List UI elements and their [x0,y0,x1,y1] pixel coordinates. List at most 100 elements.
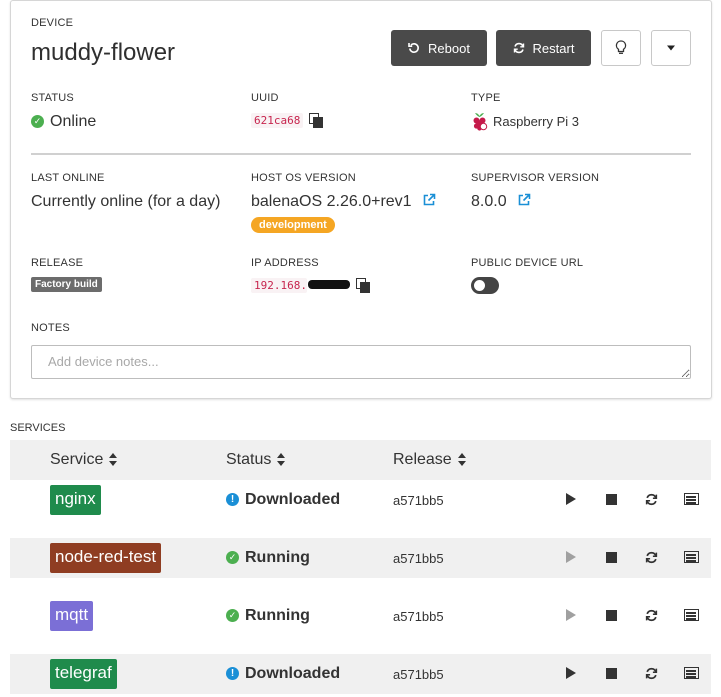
play-icon [566,667,576,679]
check-circle-icon: ✓ [31,115,44,129]
service-status: ! Downloaded [226,665,340,683]
restart-service-button[interactable] [643,549,659,565]
restart-button[interactable]: Restart [496,30,591,66]
restart-icon [513,42,524,54]
service-release: a571bb5 [393,551,444,566]
supervisor-text: 8.0.0 [471,193,507,210]
terminal-logs-icon [683,667,699,679]
stop-button[interactable] [603,491,619,507]
device-name: muddy-flower [31,39,176,66]
supervisor-value: 8.0.0 [471,193,531,211]
play-icon [566,551,576,563]
uuid-label: UUID [251,92,279,104]
last-online-value: Currently online (for a day) [31,193,221,210]
info-circle-icon: ! [226,667,239,681]
external-link-icon[interactable] [517,193,531,207]
table-row: mqtt ✓ Running a571bb5 [10,596,711,636]
table-row: nginx! Downloaded a571bb5 [10,480,711,520]
host-os-value: balenaOS 2.26.0+rev1 [251,193,436,211]
refresh-icon [645,551,657,563]
supervisor-label: SUPERVISOR VERSION [471,172,600,184]
service-status-text: Downloaded [245,491,341,508]
service-release: a571bb5 [393,667,444,682]
refresh-icon [645,667,657,679]
ip-code: 192.168. [251,278,307,293]
start-button[interactable] [563,549,579,565]
service-status: ✓ Running [226,549,310,567]
notes-label: NOTES [31,322,70,334]
reboot-label: Reboot [428,40,470,56]
ip-value: 192.168. [251,276,370,294]
sort-icon [109,452,118,467]
status-label: STATUS [31,92,74,104]
stop-button[interactable] [603,607,619,623]
logs-button[interactable] [683,607,699,623]
refresh-icon [645,493,657,505]
release-column-header[interactable]: Release [393,451,467,469]
stop-icon [605,667,617,679]
sort-icon [457,452,467,467]
restart-service-button[interactable] [643,665,659,681]
play-icon [566,609,576,621]
device-card: DEVICE muddy-flower Reboot Restart STATU… [10,0,712,399]
start-button[interactable] [563,607,579,623]
host-os-text: balenaOS 2.26.0+rev1 [251,193,412,210]
stop-icon [605,493,617,505]
logs-button[interactable] [683,549,699,565]
service-status-text: Running [245,607,310,624]
restart-service-button[interactable] [643,607,659,623]
check-circle-icon: ✓ [226,609,239,623]
terminal-logs-icon [683,609,699,621]
terminal-logs-icon [683,493,699,505]
release-label: RELEASE [31,257,84,269]
service-name-tag[interactable]: nginx [50,485,101,515]
external-link-icon[interactable] [422,193,436,207]
more-actions-dropdown[interactable] [651,30,691,66]
service-name-tag[interactable]: telegraf [50,659,117,689]
service-release: a571bb5 [393,493,444,508]
stop-button[interactable] [603,665,619,681]
refresh-icon [645,609,657,621]
check-circle-icon: ✓ [226,551,239,565]
uuid-code: 621ca68 [251,113,304,128]
service-name-tag[interactable]: node-red-test [50,543,162,573]
type-label: TYPE [471,92,501,104]
copy-icon[interactable] [355,278,370,294]
stop-icon [605,609,617,621]
stop-icon [605,551,617,563]
service-status-text: Running [245,549,310,566]
release-header-label: Release [393,451,452,468]
stop-button[interactable] [603,549,619,565]
status-text: Online [50,113,97,130]
start-button[interactable] [563,665,579,681]
development-badge: development [251,217,335,233]
logs-button[interactable] [683,491,699,507]
type-text: Raspberry Pi 3 [493,114,579,129]
public-url-toggle[interactable] [471,277,499,294]
last-online-label: LAST ONLINE [31,172,105,184]
identify-button[interactable] [601,30,641,66]
service-release: a571bb5 [393,609,444,624]
restart-service-button[interactable] [643,491,659,507]
caret-down-icon [667,45,675,51]
start-button[interactable] [563,491,579,507]
divider [31,153,691,155]
service-status-text: Downloaded [245,665,341,682]
play-icon [566,493,576,505]
services-table-header: Service Status Release [10,440,711,480]
logs-button[interactable] [683,665,699,681]
status-value: ✓ Online [31,113,96,131]
public-url-label: PUBLIC DEVICE URL [471,257,584,269]
service-status: ✓ Running [226,607,310,625]
notes-field[interactable] [31,345,691,379]
copy-icon[interactable] [309,113,324,129]
service-name-tag[interactable]: mqtt [50,601,94,631]
service-column-header[interactable]: Service [50,451,118,469]
status-column-header[interactable]: Status [226,451,286,469]
lightbulb-icon [615,40,627,54]
reboot-button[interactable]: Reboot [391,30,487,66]
redacted-mark [307,280,350,290]
ip-label: IP ADDRESS [251,257,319,269]
service-header-label: Service [50,451,104,468]
host-os-label: HOST OS VERSION [251,172,356,184]
